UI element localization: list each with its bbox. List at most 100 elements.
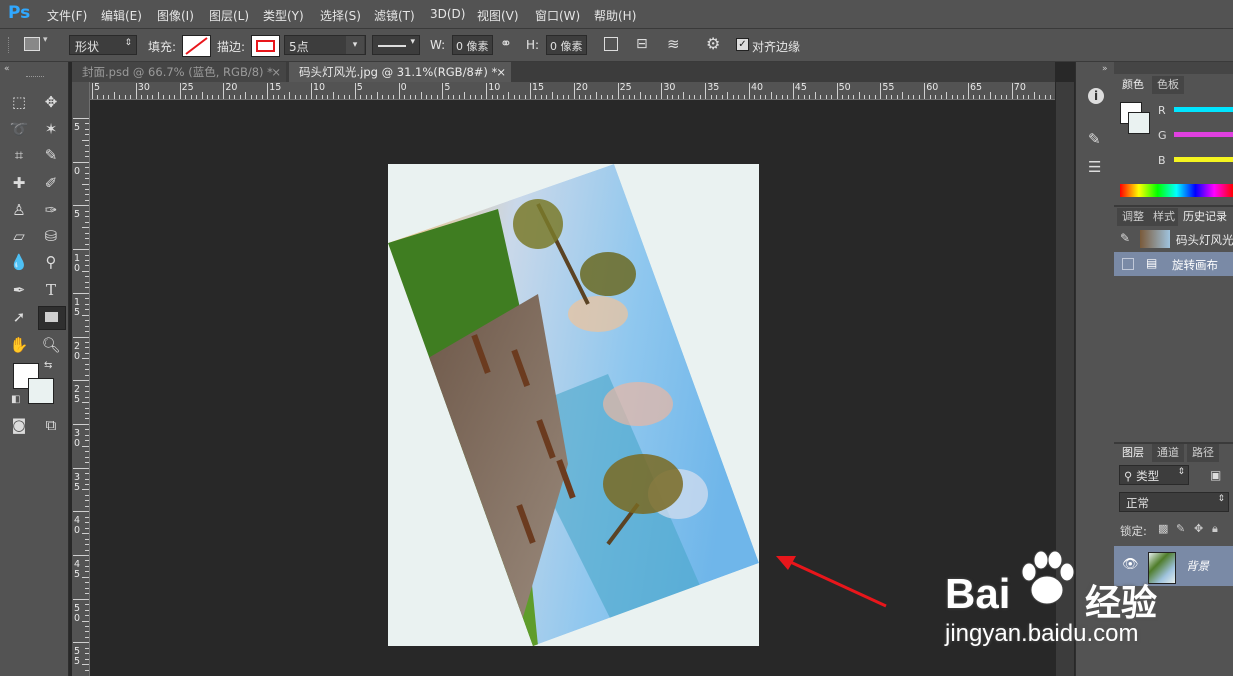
tab-channels[interactable]: 通道 [1152, 444, 1184, 462]
swap-colors-icon[interactable]: ⇆ [44, 360, 52, 371]
marquee-tool-icon[interactable]: ⬚ [7, 91, 31, 113]
type-tool-icon[interactable]: T [39, 279, 63, 301]
close-icon[interactable]: × [496, 62, 506, 82]
tab-styles[interactable]: 样式 [1148, 208, 1180, 226]
magic-wand-tool-icon[interactable]: ✶ [39, 118, 63, 140]
path-arrangement-icon[interactable]: ≋ [667, 35, 680, 53]
menu-3d[interactable]: 3D(D) [430, 7, 465, 21]
ruler-label: 60 [926, 82, 939, 93]
menu-edit[interactable]: 编辑(E) [101, 7, 142, 24]
ruler-tick [798, 95, 800, 99]
tab-color[interactable]: 颜色 [1117, 76, 1149, 94]
image-filter-icon[interactable]: ▣ [1210, 468, 1221, 482]
adjustments-icon[interactable]: ☰ [1088, 158, 1101, 176]
history-snapshot-row[interactable]: ✎ 码头灯风光 [1114, 228, 1233, 252]
menu-help[interactable]: 帮助(H) [594, 7, 636, 24]
history-brush-tool-icon[interactable]: ✑ [39, 199, 63, 221]
crop-tool-icon[interactable]: ⌗ [7, 144, 31, 166]
stroke-swatch[interactable] [251, 35, 280, 57]
clone-stamp-tool-icon[interactable]: ♙ [7, 199, 31, 221]
path-alignment-icon[interactable]: ⊟ [636, 36, 648, 52]
horizontal-ruler[interactable]: 5 30 25 20 15 10 5 0 5 10 15 20 25 30 35 40 45 50 55 60 65 70 [89, 82, 1055, 100]
menu-select[interactable]: 选择(S) [320, 7, 361, 24]
paint-bucket-tool-icon[interactable]: ⛁ [39, 225, 63, 247]
screen-mode-icon[interactable]: ⧉ [39, 414, 63, 436]
lasso-tool-icon[interactable]: ➰ [7, 118, 31, 140]
b-slider[interactable] [1174, 157, 1233, 162]
align-edges-checkbox[interactable]: ✓ [736, 38, 749, 51]
move-tool-icon[interactable]: ✥ [39, 91, 63, 113]
chevron-down-icon[interactable]: ▾ [346, 36, 364, 54]
document-canvas[interactable] [388, 164, 759, 646]
lock-all-icon[interactable]: 🔒︎ [1212, 522, 1218, 536]
blur-tool-icon[interactable]: 💧 [7, 251, 31, 273]
height-value: 0 像素 [550, 40, 583, 53]
tab-adjustments[interactable]: 调整 [1117, 208, 1149, 226]
chevron-down-icon[interactable]: ▾ [43, 35, 48, 45]
dodge-tool-icon[interactable]: ⚲ [39, 251, 63, 273]
link-icon[interactable]: ⚭ [500, 36, 512, 52]
quick-mask-icon[interactable]: ◙ [7, 414, 31, 436]
brush-tool-icon[interactable]: ✐ [39, 172, 63, 194]
rectangle-tool-preset-icon[interactable] [24, 37, 40, 51]
menu-view[interactable]: 视图(V) [477, 7, 519, 24]
ruler-tick [283, 95, 285, 99]
background-color-swatch[interactable] [28, 378, 54, 404]
collapse-icon[interactable]: « [4, 64, 10, 74]
layer-filter-select[interactable]: ⚲ 类型 ⇕ [1119, 465, 1189, 485]
rectangle-tool-button[interactable] [38, 306, 66, 330]
menu-type[interactable]: 类型(Y) [263, 7, 304, 24]
lock-position-icon[interactable]: ✥ [1194, 522, 1203, 535]
pen-tool-icon[interactable]: ✒ [7, 279, 31, 301]
zoom-tool-icon[interactable]: 🔍︎ [39, 334, 63, 356]
tab-cover-psd[interactable]: 封面.psd @ 66.7% (蓝色, RGB/8) * × [72, 62, 286, 82]
lock-pixels-icon[interactable]: ✎ [1176, 522, 1185, 535]
menu-layer[interactable]: 图层(L) [209, 7, 249, 24]
menu-file[interactable]: 文件(F) [47, 7, 87, 24]
tab-paths[interactable]: 路径 [1187, 444, 1219, 462]
stroke-style-select[interactable]: ▾ [372, 35, 420, 55]
close-icon[interactable]: × [271, 62, 281, 82]
history-checkbox[interactable] [1122, 258, 1134, 270]
tab-title: 码头灯风光.jpg @ 31.1%(RGB/8#) * [299, 65, 498, 79]
tab-swatches[interactable]: 色板 [1152, 76, 1184, 94]
path-selection-tool-icon[interactable]: ➚ [7, 306, 31, 328]
path-operations-icon[interactable] [604, 37, 618, 51]
vertical-ruler[interactable]: 50510152025303540455055 [72, 82, 90, 676]
eraser-tool-icon[interactable]: ▱ [7, 225, 31, 247]
gear-icon[interactable]: ⚙ [706, 34, 720, 53]
blend-mode-select[interactable]: 正常 ⇕ [1119, 492, 1229, 512]
hand-tool-icon[interactable]: ✋ [7, 334, 31, 356]
color-spectrum[interactable] [1120, 184, 1233, 197]
ruler-label: 0 [74, 525, 81, 537]
r-slider[interactable] [1174, 107, 1233, 112]
history-item-rotate-canvas[interactable]: ▤ 旋转画布 [1114, 252, 1233, 276]
menu-image[interactable]: 图像(I) [157, 7, 194, 24]
color-bg-swatch[interactable] [1128, 112, 1150, 134]
tab-history[interactable]: 历史记录 [1178, 208, 1232, 226]
tab-pier-jpg[interactable]: 码头灯风光.jpg @ 31.1%(RGB/8#) * × [289, 62, 511, 82]
mode-select[interactable]: 形状 ⇕ [69, 35, 137, 55]
visibility-eye-icon[interactable]: 👁︎ [1122, 557, 1139, 572]
g-slider[interactable] [1174, 132, 1233, 137]
stroke-width-input[interactable]: 5点 ▾ [284, 35, 366, 55]
ruler-tick [447, 95, 449, 99]
brush-presets-icon[interactable]: ✎ [1088, 130, 1101, 148]
width-input[interactable]: 0 像素 [452, 35, 493, 55]
tab-layers[interactable]: 图层 [1117, 444, 1149, 462]
ruler-origin[interactable] [72, 82, 89, 99]
default-colors-icon[interactable]: ◧ [11, 394, 20, 405]
ruler-tick [85, 391, 89, 393]
height-input[interactable]: 0 像素 [546, 35, 587, 55]
ruler-tick [842, 95, 844, 99]
fill-swatch[interactable] [182, 35, 211, 57]
menu-window[interactable]: 窗口(W) [535, 7, 580, 24]
healing-brush-tool-icon[interactable]: ✚ [7, 172, 31, 194]
info-icon[interactable]: i [1088, 88, 1104, 104]
lock-transparency-icon[interactable]: ▩ [1158, 522, 1168, 535]
menu-filter[interactable]: 滤镜(T) [374, 7, 415, 24]
ruler-tick [85, 128, 89, 130]
collapse-icon[interactable]: » [1102, 64, 1108, 74]
eyedropper-tool-icon[interactable]: ✎ [39, 144, 63, 166]
ruler-label: 65 [970, 82, 983, 93]
